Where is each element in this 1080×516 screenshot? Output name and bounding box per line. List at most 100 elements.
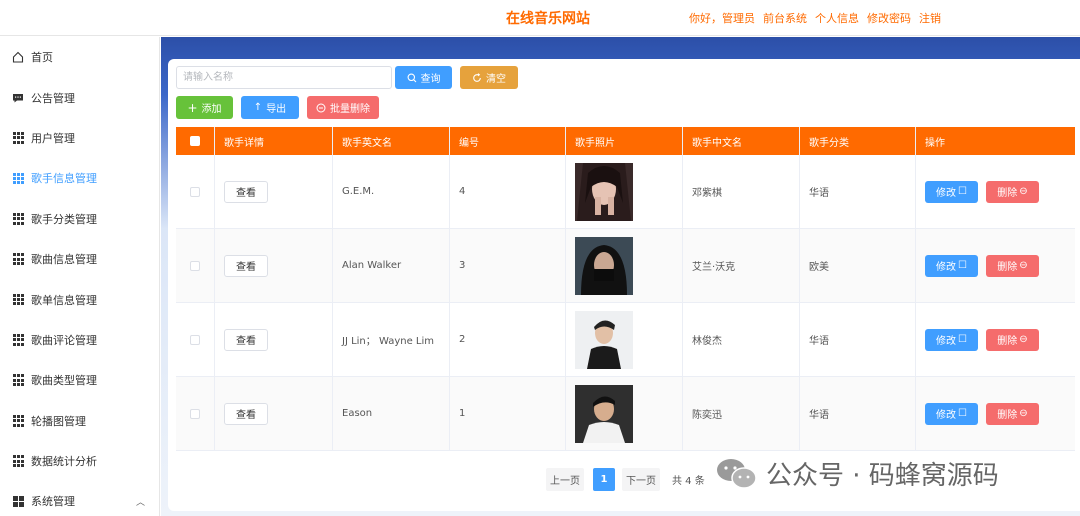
view-button[interactable]: 查看	[224, 328, 268, 351]
header-links: 你好，管理员 前台系统 个人信息 修改密码 注销	[689, 10, 949, 26]
batch-delete-label: 批量删除	[330, 104, 370, 115]
category-cell: 华语	[800, 155, 916, 228]
frontend-link[interactable]: 前台系统	[763, 10, 807, 26]
chevron-up-icon[interactable]: ︿	[136, 495, 145, 508]
add-label: 添加	[201, 104, 222, 115]
sidebar-item-label: 歌曲评论管理	[31, 333, 97, 347]
delete-button[interactable]: 删除 ⊖	[986, 402, 1039, 425]
grid-icon	[12, 212, 24, 225]
watermark: 公众号 · 码蜂窝源码	[716, 455, 999, 492]
sidebar-item-label: 系统管理	[31, 495, 75, 509]
sidebar-item-song-type[interactable]: 歌曲类型管理	[0, 360, 159, 400]
row-select-cell	[176, 229, 215, 302]
sidebar-item-label: 数据统计分析	[31, 455, 97, 469]
sidebar-item-label: 首页	[31, 51, 53, 65]
row-checkbox[interactable]	[190, 334, 200, 345]
sidebar-item-playlist[interactable]: 歌单信息管理	[0, 279, 159, 319]
operations-cell: 修改 ☐ 删除 ⊖	[916, 155, 1075, 228]
row-select-cell	[176, 155, 215, 228]
operations-cell: 修改 ☐ 删除 ⊖	[916, 377, 1075, 450]
pagination: 上一页 1 下一页 共 4 条	[546, 467, 705, 491]
row-select-cell	[176, 303, 215, 376]
add-button[interactable]: + 添加	[176, 96, 233, 119]
chinese-name-cell: 林俊杰	[683, 303, 800, 376]
watermark-text: 公众号 · 码蜂窝源码	[766, 461, 999, 491]
id-cell: 4	[450, 155, 566, 228]
batch-delete-button[interactable]: 批量删除	[307, 96, 379, 119]
sidebar-item-comments[interactable]: 歌曲评论管理	[0, 320, 159, 360]
singer-photo	[575, 310, 633, 369]
select-all-checkbox[interactable]	[190, 136, 200, 146]
edit-button[interactable]: 修改 ☐	[925, 180, 978, 203]
reset-label: 清空	[486, 74, 506, 85]
photo-cell	[566, 303, 683, 376]
prev-page-button[interactable]: 上一页	[546, 467, 584, 491]
id-cell: 1	[450, 377, 566, 450]
table-header: 歌手详情 歌手英文名 编号 歌手照片 歌手中文名 歌手分类 操作	[176, 127, 1075, 155]
row-checkbox[interactable]	[190, 186, 200, 197]
sidebar-item-singer-category[interactable]: 歌手分类管理	[0, 199, 159, 239]
logout-link[interactable]: 注销	[919, 10, 941, 26]
sidebar-item-singer-info[interactable]: 歌手信息管理	[0, 158, 159, 198]
search-icon	[407, 73, 416, 82]
id-cell: 3	[450, 229, 566, 302]
view-button[interactable]: 查看	[224, 402, 268, 425]
sidebar-item-users[interactable]: 用户管理	[0, 118, 159, 158]
table-row: 查看 JJ Lin； Wayne Lim 2 林俊杰 华语 修改 ☐ 删除 ⊖	[176, 303, 1075, 377]
sidebar: 首页 公告管理 用户管理 歌手信息管理 歌手分类管理 歌曲信息管理 歌单信息管理…	[0, 37, 160, 516]
grid-icon	[12, 414, 24, 427]
remove-circle-icon: ⊖	[1019, 186, 1028, 197]
singer-photo	[575, 236, 633, 295]
refresh-icon	[473, 72, 481, 82]
english-name-cell: Eason	[333, 377, 450, 450]
grid-icon	[12, 334, 24, 346]
delete-button[interactable]: 删除 ⊖	[986, 254, 1039, 277]
profile-link[interactable]: 个人信息	[815, 10, 859, 26]
sidebar-item-statistics[interactable]: 数据统计分析	[0, 441, 159, 481]
edit-label: 修改	[936, 188, 957, 199]
sidebar-item-label: 歌手分类管理	[31, 212, 97, 226]
edit-icon: ☐	[958, 186, 967, 197]
delete-label: 删除	[997, 262, 1018, 273]
english-name-cell: Alan Walker	[333, 229, 450, 302]
sidebar-item-song-info[interactable]: 歌曲信息管理	[0, 239, 159, 279]
sidebar-item-home[interactable]: 首页	[0, 37, 159, 77]
greeting-text: 你好，管理员	[689, 12, 755, 25]
column-header: 歌手中文名	[683, 127, 800, 155]
column-header: 编号	[450, 127, 566, 155]
sidebar-item-label: 公告管理	[31, 91, 75, 105]
delete-button[interactable]: 删除 ⊖	[986, 180, 1039, 203]
row-checkbox[interactable]	[190, 260, 200, 271]
next-page-button[interactable]: 下一页	[622, 467, 660, 491]
row-checkbox[interactable]	[190, 408, 200, 419]
sidebar-item-label: 歌手信息管理	[31, 172, 97, 186]
grid-icon	[12, 293, 24, 306]
search-label: 查询	[420, 74, 441, 85]
sidebar-item-label: 歌曲类型管理	[31, 374, 97, 388]
view-button[interactable]: 查看	[224, 254, 268, 277]
details-cell: 查看	[215, 155, 333, 228]
export-button[interactable]: ↑ 导出	[241, 96, 299, 119]
sidebar-item-notice[interactable]: 公告管理	[0, 77, 159, 117]
search-button[interactable]: 查询	[395, 66, 452, 89]
edit-button[interactable]: 修改 ☐	[925, 402, 978, 425]
sidebar-item-label: 歌单信息管理	[31, 293, 97, 307]
sidebar-item-carousel[interactable]: 轮播图管理	[0, 401, 159, 441]
sidebar-item-system[interactable]: 系统管理 ︿	[0, 481, 159, 516]
delete-button[interactable]: 删除 ⊖	[986, 328, 1039, 351]
page-number-current[interactable]: 1	[593, 467, 615, 491]
column-header: 歌手英文名	[333, 127, 450, 155]
view-button[interactable]: 查看	[224, 180, 268, 203]
column-header: 歌手照片	[566, 127, 683, 155]
remove-circle-icon: ⊖	[1019, 334, 1028, 345]
message-icon	[12, 92, 24, 104]
reset-button[interactable]: 清空	[460, 66, 518, 89]
singer-photo	[575, 384, 633, 443]
row-select-cell	[176, 377, 215, 450]
edit-button[interactable]: 修改 ☐	[925, 254, 978, 277]
edit-button[interactable]: 修改 ☐	[925, 328, 978, 351]
photo-cell	[566, 155, 683, 228]
edit-icon: ☐	[958, 408, 967, 419]
change-password-link[interactable]: 修改密码	[867, 10, 911, 26]
search-input[interactable]	[176, 66, 392, 89]
